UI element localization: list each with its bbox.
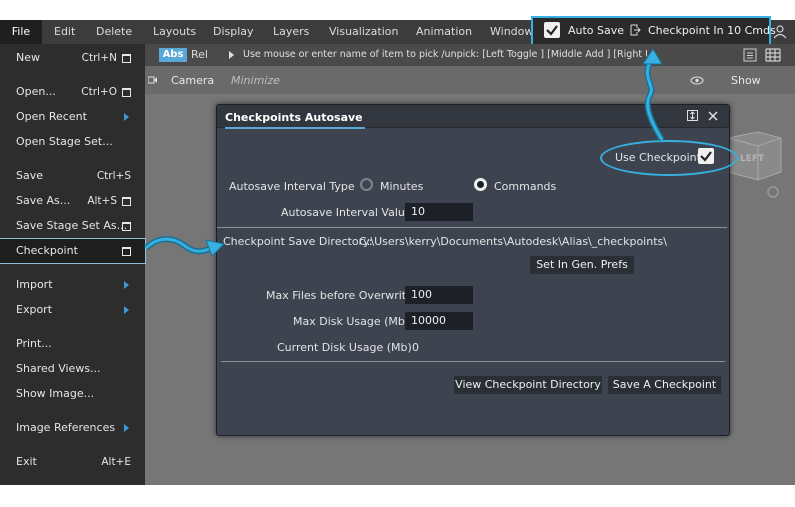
annotation-arrows	[143, 48, 665, 257]
